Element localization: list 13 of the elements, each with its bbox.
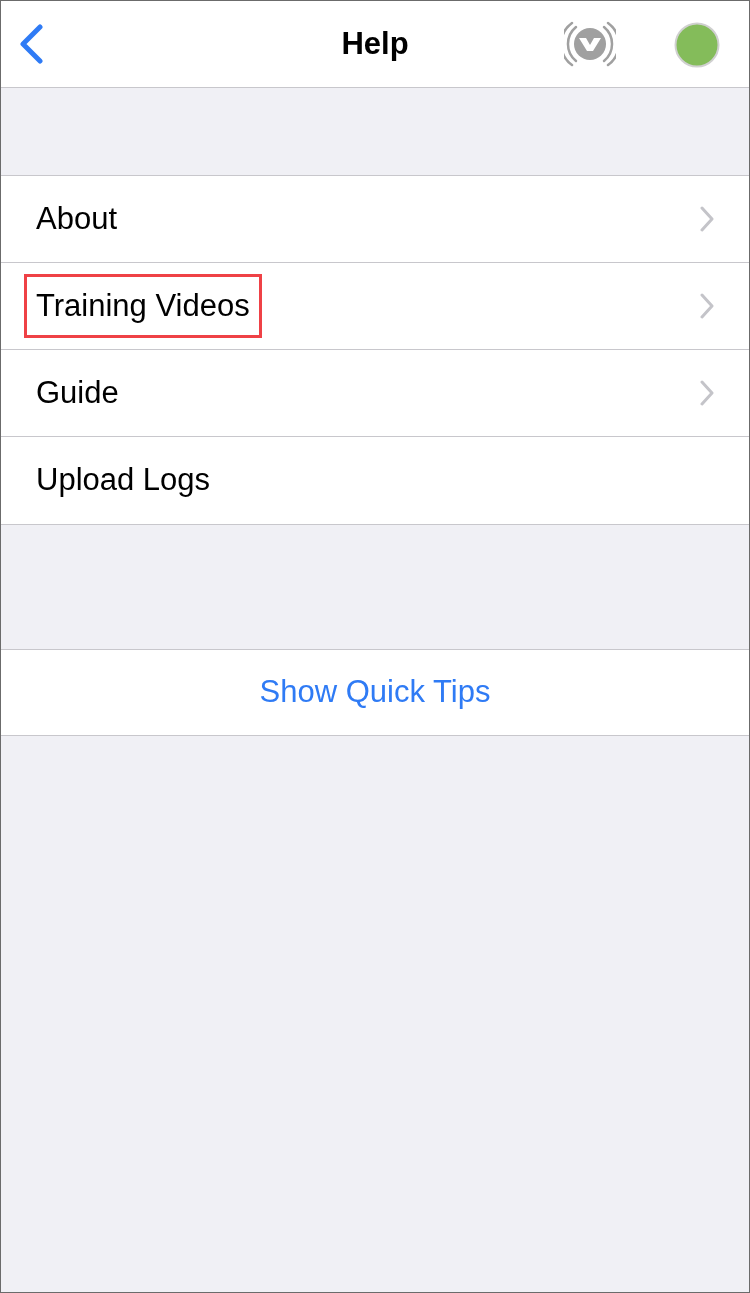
menu-row[interactable]: Guide [1,350,749,437]
menu-row[interactable]: Training Videos [1,263,749,350]
menu-label: Guide [35,373,120,412]
menu-label: About [35,199,118,238]
menu-label: Training Videos [24,273,262,339]
broadcast-icon[interactable] [564,21,616,67]
menu-row[interactable]: Upload Logs [1,437,749,524]
nav-title: Help [341,24,409,63]
menu-row[interactable]: About [1,176,749,263]
back-chevron-icon [18,24,44,64]
show-quick-tips-button[interactable]: Show Quick Tips [1,650,749,735]
menu-label: Upload Logs [35,461,212,500]
status-dot [674,22,720,68]
